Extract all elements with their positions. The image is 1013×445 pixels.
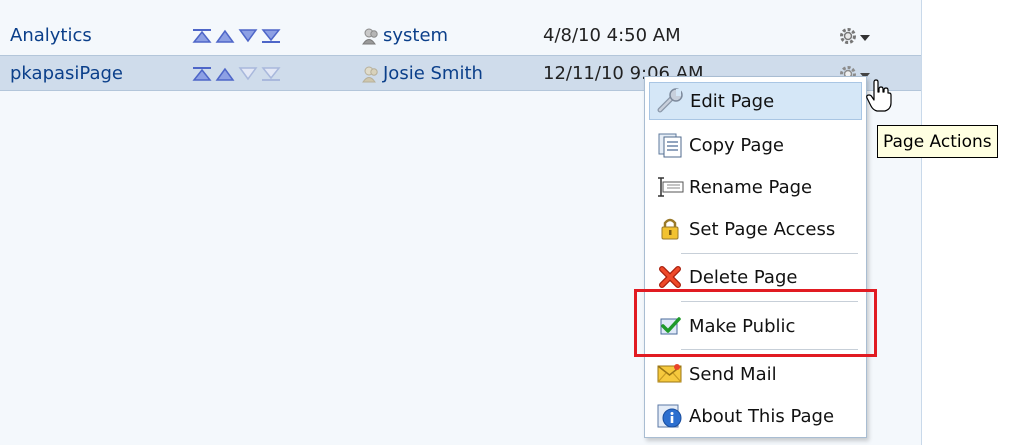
menu-item-label: Set Page Access [689, 218, 836, 240]
menu-item-rename-page[interactable]: Rename Page [649, 168, 862, 206]
move-up-icon[interactable] [215, 66, 235, 82]
menu-separator [681, 253, 858, 254]
owner-name: system [383, 25, 449, 46]
gear-icon [840, 28, 856, 44]
move-to-bottom-icon [261, 67, 281, 81]
menu-item-label: Delete Page [689, 266, 798, 288]
reorder-controls [192, 56, 281, 92]
page-name-link[interactable]: Analytics [10, 18, 92, 54]
reorder-controls [192, 18, 281, 54]
hand-cursor-icon [866, 79, 892, 112]
move-down-icon[interactable] [238, 28, 258, 44]
chevron-down-icon [860, 35, 870, 41]
make-public-highlight-box [634, 289, 877, 357]
page-name-link[interactable]: pkapasiPage [10, 56, 123, 92]
page-actions-menu-button[interactable] [838, 18, 872, 54]
page-actions-tooltip: Page Actions [877, 125, 998, 158]
move-to-top-icon[interactable] [192, 66, 212, 82]
menu-item-copy-page[interactable]: Copy Page [649, 126, 862, 164]
owner-name: Josie Smith [383, 63, 483, 84]
info-icon [655, 402, 685, 430]
user-icon [362, 66, 378, 83]
menu-item-set-page-access[interactable]: Set Page Access [649, 210, 862, 248]
menu-item-label: Copy Page [689, 134, 784, 156]
menu-item-label: About This Page [689, 405, 835, 427]
page-actions-menu: Edit Page Copy Page Rename Page Set Page… [644, 76, 867, 438]
move-up-icon[interactable] [215, 28, 235, 44]
mail-icon [655, 360, 685, 388]
delete-x-icon [655, 263, 685, 291]
menu-item-label: Edit Page [690, 90, 775, 112]
menu-item-about-this-page[interactable]: About This Page [649, 397, 862, 435]
menu-item-label: Rename Page [689, 176, 813, 198]
page-list-screen: Analytics system 4/8/10 4:50 AM pkapasiP… [0, 0, 1013, 445]
lock-icon [655, 215, 685, 243]
rename-icon [655, 173, 685, 201]
menu-item-edit-page[interactable]: Edit Page [649, 82, 862, 120]
menu-item-label: Send Mail [689, 363, 777, 385]
copy-page-icon [655, 131, 685, 159]
modified-date: 4/8/10 4:50 AM [543, 25, 681, 46]
menu-item-send-mail[interactable]: Send Mail [649, 355, 862, 393]
move-to-bottom-icon[interactable] [261, 28, 281, 44]
move-to-top-icon[interactable] [192, 28, 212, 44]
user-icon [362, 28, 378, 45]
wrench-icon [656, 87, 686, 115]
table-row[interactable]: Analytics system 4/8/10 4:50 AM [0, 18, 921, 54]
owner-cell: Josie Smith [362, 56, 483, 92]
move-down-icon [238, 67, 258, 81]
owner-cell: system [362, 18, 448, 54]
